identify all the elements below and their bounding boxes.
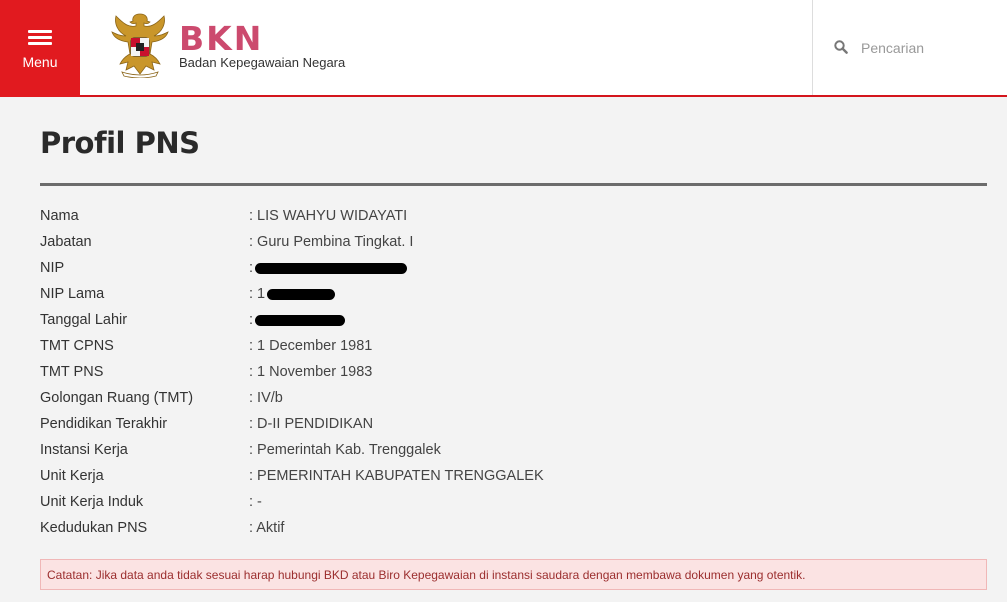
field-label: Unit Kerja Induk: [40, 494, 144, 510]
brand-tagline: Badan Kepegawaian Negara: [179, 55, 346, 70]
redaction-mark: [267, 288, 336, 300]
field-label: Pendidikan Terakhir: [40, 416, 168, 432]
profile-row-nama: Nama : LIS WAHYU WIDAYATI: [40, 206, 940, 232]
menu-button[interactable]: Menu: [0, 0, 80, 97]
profile-row-tanggal-lahir: Tanggal Lahir :: [40, 310, 940, 336]
profile-row-unit-kerja-induk: Unit Kerja Induk : -: [40, 492, 940, 518]
field-value: : IV/b: [249, 390, 283, 406]
redaction-mark: [255, 314, 346, 326]
profile-row-kedudukan: Kedudukan PNS : Aktif: [40, 518, 940, 544]
field-label: TMT CPNS: [40, 338, 114, 354]
profile-row-instansi-kerja: Instansi Kerja : Pemerintah Kab. Trengga…: [40, 440, 940, 466]
title-divider: [40, 183, 987, 186]
field-value: : LIS WAHYU WIDAYATI: [249, 208, 408, 224]
bkn-logo-link[interactable]: BKN Badan Kepegawaian Negara: [108, 10, 388, 82]
field-label: TMT PNS: [40, 364, 104, 380]
page-title: Profil PNS: [40, 126, 200, 160]
field-value: : 1 November 1983: [249, 364, 373, 380]
field-label: Golongan Ruang (TMT): [40, 390, 194, 406]
field-label: Kedudukan PNS: [40, 520, 148, 536]
notice-alert: Catatan: Jika data anda tidak sesuai har…: [40, 559, 987, 590]
field-value-redacted: :: [249, 260, 408, 276]
profile-row-pendidikan: Pendidikan Terakhir : D-II PENDIDIKAN: [40, 414, 940, 440]
field-value: : D-II PENDIDIKAN: [249, 416, 374, 432]
garuda-emblem-icon: [111, 13, 169, 78]
field-value: : Pemerintah Kab. Trenggalek: [249, 442, 441, 458]
profile-row-nip: NIP :: [40, 258, 940, 284]
field-value: :: [249, 312, 254, 328]
field-value: : -: [249, 494, 262, 510]
field-label: Tanggal Lahir: [40, 312, 128, 328]
field-value: :: [249, 260, 254, 276]
field-label: Unit Kerja: [40, 468, 104, 484]
profile-row-jabatan: Jabatan : Guru Pembina Tingkat. I: [40, 232, 940, 258]
field-label: NIP: [40, 260, 65, 276]
search-input[interactable]: [861, 36, 1001, 60]
profile-row-tmt-cpns: TMT CPNS : 1 December 1981: [40, 336, 940, 362]
field-label: Jabatan: [40, 234, 92, 250]
site-header: Menu BKN Badan Kepegawaian Negara: [0, 0, 1007, 97]
field-label: NIP Lama: [40, 286, 105, 302]
field-value: : PEMERINTAH KABUPATEN TRENGGALEK: [249, 468, 544, 484]
field-value: : Guru Pembina Tingkat. I: [249, 234, 414, 250]
field-value-redacted: :: [249, 312, 346, 328]
search-icon[interactable]: [834, 40, 848, 54]
profile-row-unit-kerja: Unit Kerja : PEMERINTAH KABUPATEN TRENGG…: [40, 466, 940, 492]
field-value: : 1 December 1981: [249, 338, 373, 354]
profile-row-golongan: Golongan Ruang (TMT) : IV/b: [40, 388, 940, 414]
search-box: [812, 0, 1007, 95]
profile-row-tmt-pns: TMT PNS : 1 November 1983: [40, 362, 940, 388]
profile-details: Nama : LIS WAHYU WIDAYATI Jabatan : Guru…: [40, 206, 940, 544]
field-label: Nama: [40, 208, 79, 224]
profile-row-nip-lama: NIP Lama : 1: [40, 284, 940, 310]
brand-name: BKN: [179, 19, 264, 58]
menu-label: Menu: [22, 54, 58, 70]
field-label: Instansi Kerja: [40, 442, 128, 458]
field-value: : 1: [249, 286, 266, 302]
field-value-redacted: : 1: [249, 286, 336, 302]
hamburger-icon: [28, 30, 52, 46]
field-value: : Aktif: [249, 520, 285, 536]
redaction-mark: [255, 262, 408, 274]
